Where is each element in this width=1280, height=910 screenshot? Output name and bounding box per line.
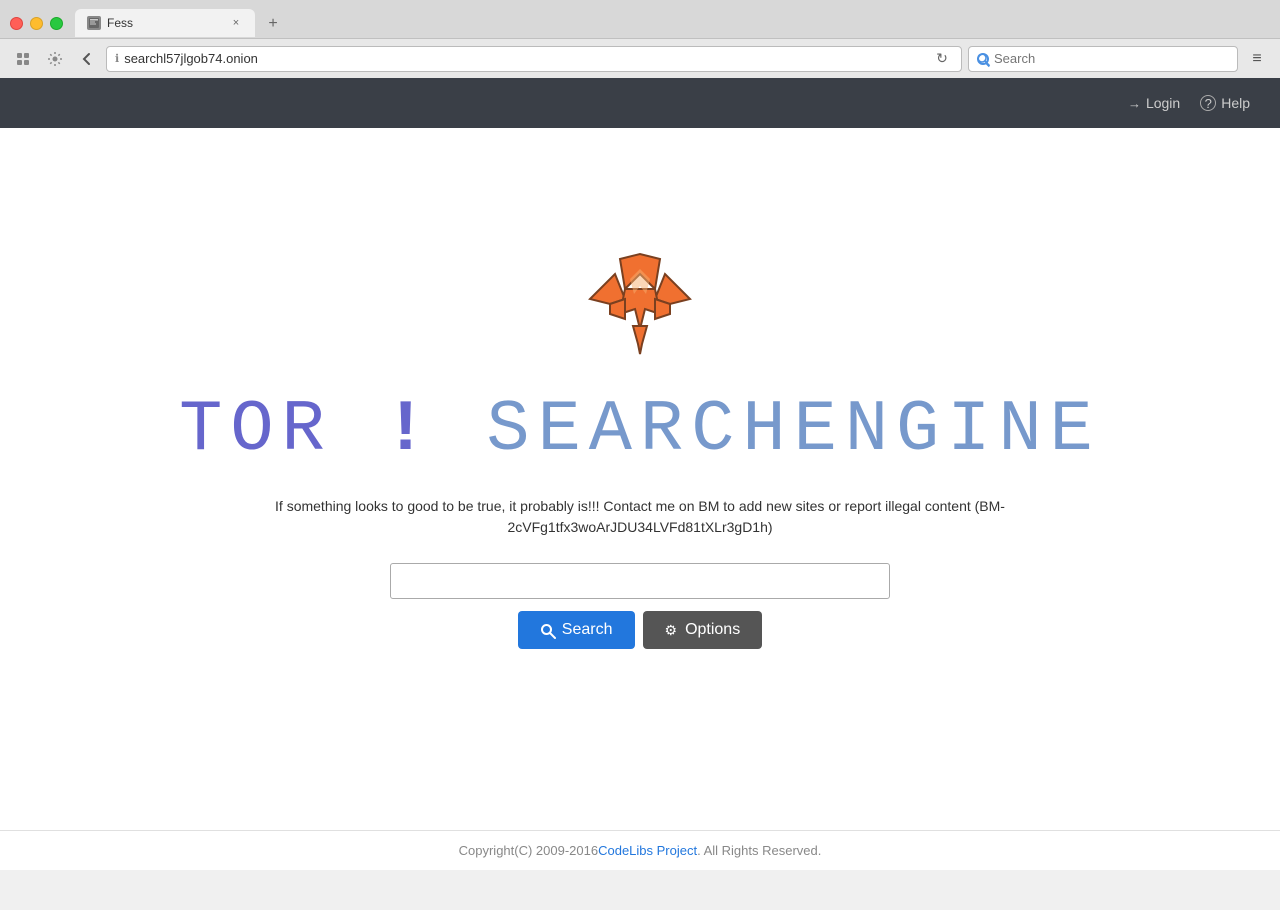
- menu-button[interactable]: ≡: [1244, 46, 1270, 72]
- search-button-icon: [540, 623, 554, 637]
- browser-search-icon: [977, 53, 989, 65]
- new-tab-button[interactable]: +: [259, 13, 287, 35]
- minimize-button[interactable]: [30, 17, 43, 30]
- tab-favicon: [87, 16, 101, 30]
- info-icon: ℹ: [115, 52, 119, 65]
- tab-bar: Fess × +: [75, 9, 1270, 37]
- options-button-label: Options: [685, 621, 740, 639]
- main-content: Tor ! SearchEngine If something looks to…: [0, 128, 1280, 830]
- extensions-button[interactable]: [10, 46, 36, 72]
- copyright-start: Copyright(C) 2009-2016: [459, 843, 598, 858]
- close-button[interactable]: [10, 17, 23, 30]
- site-footer: Copyright(C) 2009-2016 CodeLibs Project …: [0, 830, 1280, 870]
- address-input[interactable]: [124, 51, 926, 66]
- help-icon: ?: [1200, 95, 1216, 111]
- gear-icon: ⚙: [665, 622, 678, 639]
- settings-button[interactable]: [42, 46, 68, 72]
- active-tab[interactable]: Fess ×: [75, 9, 255, 37]
- help-link[interactable]: ? Help: [1200, 95, 1250, 111]
- copyright-end: . All Rights Reserved.: [697, 843, 821, 858]
- browser-chrome: Fess × + ℹ: [0, 0, 1280, 78]
- site-title: Tor ! SearchEngine: [179, 394, 1101, 466]
- site-logo: [575, 249, 705, 369]
- browser-search-bar[interactable]: [968, 46, 1238, 72]
- help-label: Help: [1221, 95, 1250, 111]
- search-button[interactable]: Search: [518, 611, 635, 649]
- title-exclaim: !: [384, 389, 435, 471]
- search-container: Search ⚙ Options: [390, 563, 890, 649]
- button-row: Search ⚙ Options: [518, 611, 762, 649]
- login-icon: →: [1128, 96, 1141, 111]
- options-button[interactable]: ⚙ Options: [643, 611, 763, 649]
- page-content: → Login ? Help: [0, 78, 1280, 870]
- notice-text: If something looks to good to be true, i…: [250, 496, 1030, 538]
- tab-title: Fess: [107, 16, 223, 30]
- login-link[interactable]: → Login: [1128, 95, 1180, 111]
- back-button[interactable]: [74, 46, 100, 72]
- title-bar: Fess × +: [0, 0, 1280, 38]
- reload-button[interactable]: ↻: [931, 48, 953, 70]
- footer-link[interactable]: CodeLibs Project: [598, 843, 697, 858]
- search-button-label: Search: [562, 621, 613, 639]
- window-controls: [10, 17, 63, 30]
- title-search: SearchEngine: [486, 389, 1100, 471]
- site-nav: → Login ? Help: [0, 78, 1280, 128]
- login-label: Login: [1146, 95, 1180, 111]
- title-tor: Tor: [179, 389, 333, 471]
- address-bar[interactable]: ℹ ↻: [106, 46, 962, 72]
- tab-close-button[interactable]: ×: [229, 16, 243, 30]
- nav-bar: ℹ ↻ ≡: [0, 38, 1280, 78]
- logo-container: [575, 249, 705, 374]
- browser-search-input[interactable]: [994, 51, 1229, 66]
- main-search-input[interactable]: [390, 563, 890, 599]
- maximize-button[interactable]: [50, 17, 63, 30]
